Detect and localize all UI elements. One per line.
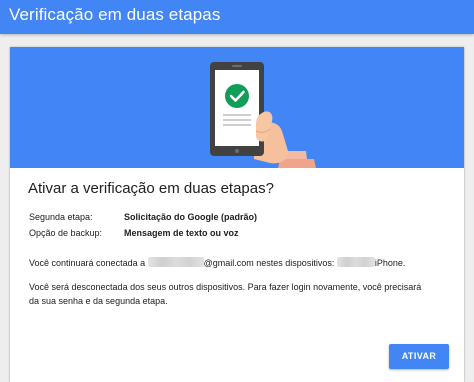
second-step-label: Segunda etapa:: [29, 212, 93, 222]
dialog-heading: Ativar a verificação em duas etapas?: [28, 180, 274, 197]
second-step-value: Solicitação do Google (padrão): [124, 212, 258, 222]
email-suffix: @gmail.com: [203, 258, 254, 268]
backup-option-value: Mensagem de texto ou voz: [124, 228, 239, 238]
backup-option-label: Opção de backup:: [29, 228, 103, 238]
phone-with-checkmark-icon: [210, 62, 316, 168]
illustration-banner: [10, 47, 464, 168]
redacted-email: [147, 257, 204, 267]
signout-warning-line-2: da sua senha e da segunda etapa.: [29, 296, 168, 306]
signout-warning-line-1: Você será desconectada dos seus outros d…: [29, 282, 422, 292]
activate-button[interactable]: ATIVAR: [389, 344, 449, 369]
two-step-dialog: Ativar a verificação em duas etapas? Seg…: [10, 47, 464, 382]
device-name: iPhone: [374, 258, 403, 268]
redacted-device-name: [336, 257, 375, 267]
signed-in-devices-text: Você continuará conectada a @gmail.com n…: [29, 257, 406, 268]
page-title: Verificação em duas etapas: [9, 5, 221, 24]
app-bar: Verificação em duas etapas: [0, 0, 474, 34]
